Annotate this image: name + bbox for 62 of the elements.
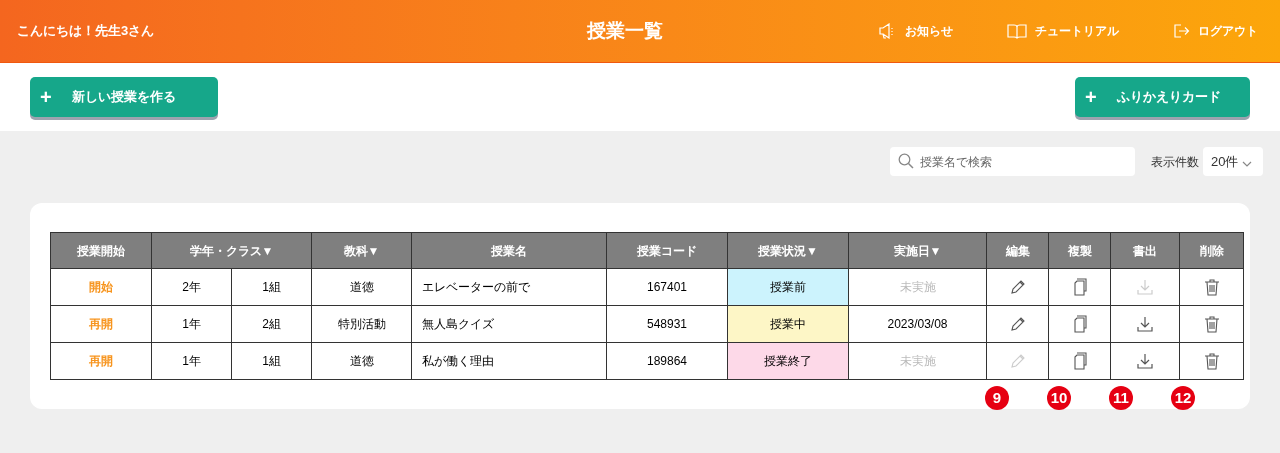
- trash-icon[interactable]: [1203, 278, 1220, 296]
- copy-icon[interactable]: [1071, 315, 1088, 333]
- column-header: 授業コード: [606, 232, 728, 269]
- action-button[interactable]: + 新しい授業を作る: [30, 77, 218, 117]
- greeting-text: こんにちは！先生3さん: [17, 22, 156, 41]
- trash-icon[interactable]: [1203, 352, 1220, 370]
- table-cell: 未実施: [848, 342, 987, 380]
- page-title: 授業一覧: [587, 18, 663, 43]
- start-link[interactable]: 再開: [50, 305, 152, 343]
- table-cell: 2組: [231, 305, 312, 343]
- table-cell: 1組: [231, 342, 312, 380]
- column-header[interactable]: 授業状況▼: [727, 232, 849, 269]
- status-cell: 授業終了: [727, 342, 849, 380]
- nav-link[interactable]: お知らせ: [879, 22, 953, 40]
- logout-icon: [1173, 23, 1190, 39]
- table-cell: 特別活動: [311, 305, 412, 343]
- table-cell: 2年: [151, 268, 232, 306]
- chevron-down-icon: [1242, 160, 1253, 167]
- table-cell: 1年: [151, 305, 232, 343]
- book-icon: [1007, 23, 1027, 39]
- action-button[interactable]: + ふりかえりカード: [1075, 77, 1250, 117]
- start-link[interactable]: 再開: [50, 342, 152, 380]
- callout-badge: 9: [985, 386, 1009, 410]
- table-cell: 未実施: [848, 268, 987, 306]
- pencil-icon[interactable]: [1009, 279, 1026, 295]
- column-header: 複製: [1048, 232, 1111, 269]
- page-size-select[interactable]: 20件: [1203, 147, 1263, 176]
- pencil-icon[interactable]: [1009, 316, 1026, 332]
- table-cell: 道徳: [311, 342, 412, 380]
- status-cell: 授業前: [727, 268, 849, 306]
- table-cell: 189864: [606, 342, 728, 380]
- start-link[interactable]: 開始: [50, 268, 152, 306]
- table-cell: 私が働く理由: [411, 342, 607, 380]
- status-cell: 授業中: [727, 305, 849, 343]
- column-header[interactable]: 実施日▼: [848, 232, 987, 269]
- column-header: 書出: [1110, 232, 1180, 269]
- callout-badge: 12: [1171, 386, 1195, 410]
- column-header: 削除: [1179, 232, 1244, 269]
- copy-icon[interactable]: [1071, 352, 1088, 370]
- table-cell: 道徳: [311, 268, 412, 306]
- table-cell: 548931: [606, 305, 728, 343]
- table-cell: 無人島クイズ: [411, 305, 607, 343]
- column-header: 編集: [986, 232, 1049, 269]
- search-field[interactable]: 授業名で検索: [890, 147, 1135, 176]
- nav-link[interactable]: ログアウト: [1173, 22, 1258, 40]
- callout-badge: 10: [1047, 386, 1071, 410]
- table-cell: 167401: [606, 268, 728, 306]
- download-icon[interactable]: [1137, 316, 1153, 332]
- table-cell: 1年: [151, 342, 232, 380]
- page-size-label: 表示件数: [1151, 153, 1199, 171]
- callout-badge: 11: [1109, 386, 1133, 410]
- table-cell: 2023/03/08: [848, 305, 987, 343]
- download-icon[interactable]: [1137, 353, 1153, 369]
- column-header: 授業名: [411, 232, 607, 269]
- nav-link[interactable]: チュートリアル: [1007, 22, 1119, 40]
- trash-icon[interactable]: [1203, 315, 1220, 333]
- table-cell: 1組: [231, 268, 312, 306]
- column-header[interactable]: 教科▼: [311, 232, 412, 269]
- table-cell: エレベーターの前で: [411, 268, 607, 306]
- copy-icon[interactable]: [1071, 278, 1088, 296]
- column-header[interactable]: 学年・クラス▼: [151, 232, 312, 269]
- column-header: 授業開始: [50, 232, 152, 269]
